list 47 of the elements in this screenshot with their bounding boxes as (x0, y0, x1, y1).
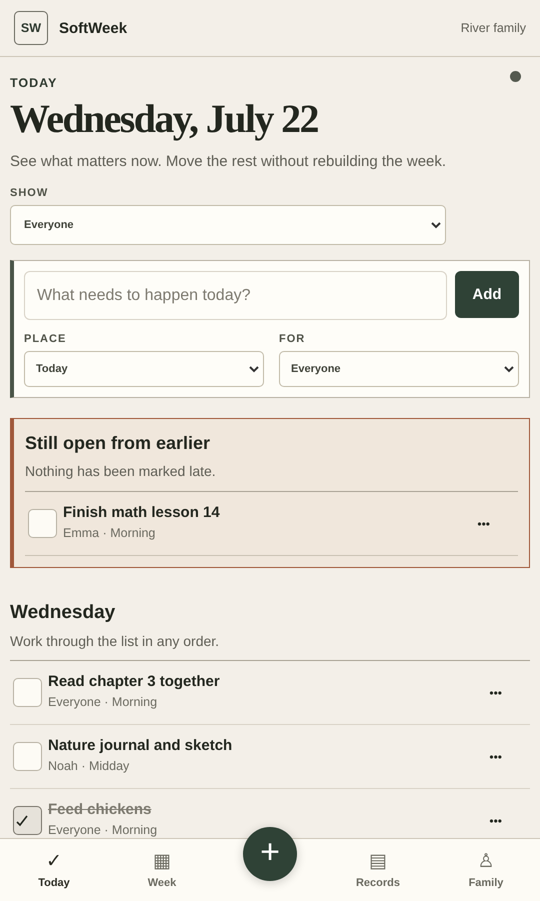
checkbox[interactable] (13, 806, 42, 835)
dropdown[interactable]: Today (24, 351, 264, 387)
section-subtitle: Nothing has been marked late. (25, 463, 518, 492)
nav-tab[interactable]: ▤ Records (324, 852, 432, 888)
field-label: FOR (279, 333, 306, 345)
task-input-field[interactable]: What needs to happen today? (24, 271, 447, 320)
task-title: Nature journal and sketch (48, 736, 234, 754)
more-button[interactable]: ••• (483, 746, 508, 768)
chevron-icon (249, 366, 259, 372)
task-meta: Noah · Midday (48, 758, 130, 772)
dropdown[interactable]: Everyone (10, 205, 446, 245)
nav-tab[interactable]: ✓ Today (0, 852, 108, 888)
nav-icon: ▦ (153, 852, 171, 870)
dropdown[interactable]: Everyone (279, 351, 519, 387)
task-title: Finish math lesson 14 (63, 504, 221, 520)
family-name: River family (460, 21, 526, 35)
checkbox[interactable] (13, 678, 42, 707)
page-title: Wednesday, July 22 (10, 99, 319, 139)
status-dot-icon (510, 71, 521, 82)
field-label: PLACE (24, 333, 68, 345)
task-meta: Everyone · Morning (48, 694, 158, 708)
chevron-icon (431, 222, 441, 228)
checkbox[interactable] (28, 509, 57, 538)
add-button[interactable]: Add (455, 271, 519, 318)
section-title: Wednesday (10, 602, 116, 624)
task-title: Feed chickens (48, 800, 152, 818)
check-icon (16, 814, 28, 826)
app-logo: SW (14, 11, 48, 45)
page-subtitle: See what matters now. Move the rest without rebuilding the week. (10, 153, 448, 170)
nav-icon: ▤ (369, 852, 387, 870)
nav-tab[interactable]: ▦ Week (108, 852, 216, 888)
nav-icon: ✓ (46, 852, 62, 870)
checkbox[interactable] (13, 742, 42, 771)
task-title: Read chapter 3 together (48, 672, 221, 690)
nav-tab[interactable]: ♙ Family (432, 852, 540, 888)
task-meta: Everyone · Morning (48, 822, 158, 836)
task-meta: Emma · Morning (63, 526, 156, 540)
app-name: SoftWeek (59, 20, 128, 36)
field-label: SHOW (10, 187, 50, 199)
section-label: TODAY (10, 76, 58, 90)
chevron-icon (504, 366, 514, 372)
nav-icon: ♙ (478, 852, 494, 870)
more-button[interactable]: ••• (483, 682, 508, 704)
section-title: Still open from earlier (25, 433, 212, 454)
more-button[interactable]: ••• (471, 512, 496, 534)
section-subtitle: Work through the list in any order. (10, 633, 530, 661)
more-button[interactable]: ••• (483, 810, 508, 832)
